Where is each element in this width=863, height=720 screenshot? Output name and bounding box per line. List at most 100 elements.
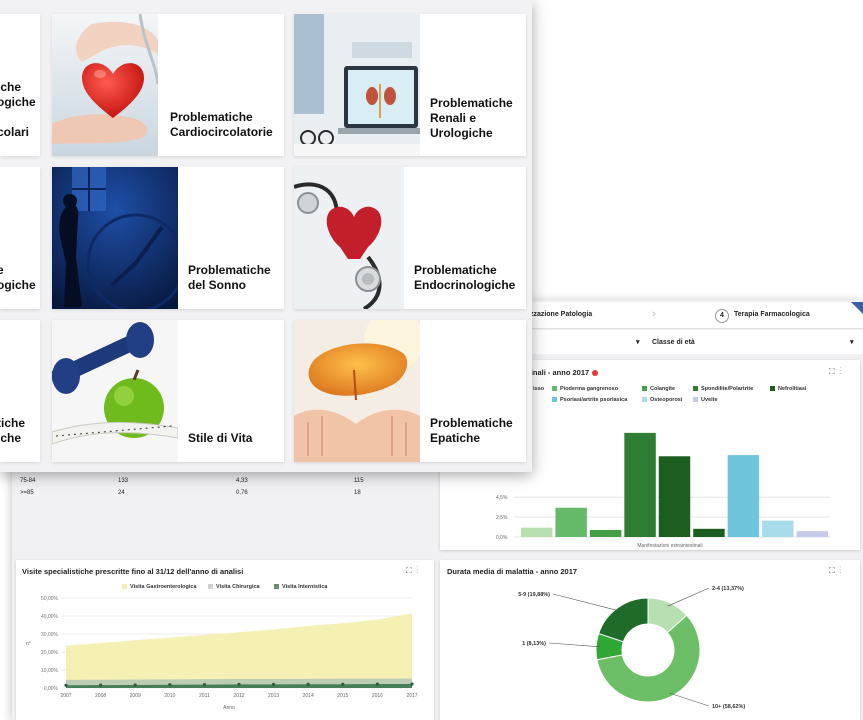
dumbbell-apple-image [52,320,178,462]
stepper-bar: izzazione Patologia › 4 Terapia Farmacol… [520,302,863,329]
bar [762,520,794,537]
tile-label: colari [0,125,30,139]
bar [727,455,760,537]
axis-label: Manifestazioni extraintestinali [637,543,702,549]
tile-label: Problematiche [430,416,513,430]
expand-icon[interactable]: ⛶ [829,367,835,376]
tick-label: 2009 [130,693,141,699]
tile-label: iche [0,80,22,94]
expand-icon[interactable]: ⛶ [406,566,412,575]
data-point [64,683,68,687]
data-point [237,682,241,686]
tile-vascular[interactable]: iche ogiche colari [0,14,40,156]
night-clock-image [52,167,178,309]
legend-label: Pioderma gangrenoso [560,386,619,392]
legend-label: Spondilite/Polartrite [701,386,754,392]
bar [589,529,622,537]
tile-label: del Sonno [188,278,246,292]
table-cell: 133 [118,478,129,484]
tick-label: 0,00% [44,686,59,692]
slice-label: 1 (8,13%) [522,641,546,647]
more-icon[interactable]: ⋮ [839,367,841,376]
legend-item[interactable]: Pioderma gangrenoso [552,386,618,392]
step-prev[interactable]: izzazione Patologia [528,311,592,318]
slice-label: 10+ (58,62%) [712,704,745,710]
tick-label: 40,00% [41,614,59,620]
data-point [410,682,414,686]
more-icon[interactable]: ⋮ [839,566,841,575]
legend-item[interactable]: Spondilite/Polartrite [693,386,753,392]
more-icon[interactable]: ⋮ [416,566,418,575]
bar [658,456,691,537]
class-select[interactable]: Classe di età [652,339,695,346]
legend-item[interactable]: Colangite [642,386,675,392]
tick-label: 30,00% [41,632,59,638]
tile-label: e [0,263,4,277]
data-point [341,682,345,686]
legend-swatch [552,386,557,392]
tile-sonno[interactable]: Problematiche del Sonno [52,167,284,309]
panel-actions: ⛶ ⋮ [829,566,841,576]
tile-label: Epatiche [430,431,481,445]
alert-icon [592,370,599,377]
tick-label: 2007 [60,693,71,699]
legend-swatch [642,386,647,392]
tile-stile-di-vita[interactable]: Stile di Vita [52,320,284,462]
tile-label: ogiche [0,278,36,292]
tick-label: 2017 [406,693,417,699]
table-cell: 0,76 [236,490,248,496]
tick-label: 50,00% [41,596,59,602]
leader-line [669,692,710,707]
table-cell: 75-84 [20,478,36,484]
step-current[interactable]: Terapia Farmacologica [734,311,810,318]
tile-label: Problematiche [170,110,253,124]
table-cell: >=85 [20,490,34,496]
bar [693,528,725,537]
heart-hands-image [52,14,158,156]
tile-renali-urologiche[interactable]: Problematiche Renali e Urologiche [294,14,526,156]
tile-label: Endocrinologiche [414,278,516,292]
tile-cardiocircolatorie[interactable]: Problematiche Cardiocircolatorie [52,14,284,156]
tick-label: 2015 [337,693,348,699]
tile-label [0,110,36,125]
legend-label: Nefrolitiasi [778,386,807,392]
panel-actions: ⛶ ⋮ [829,367,841,377]
chevron-down-icon[interactable]: ▾ [850,338,854,346]
chevron-right-icon: › [652,308,656,320]
corner-ribbon-icon [851,302,863,314]
expand-icon[interactable]: ⛶ [829,566,835,575]
legend-label: Colangite [650,386,676,392]
tile-reumatiche[interactable]: tiche iche [0,320,40,462]
panel-title: Visite specialistiche prescritte fino al… [22,567,244,576]
table-cell: 24 [118,490,125,496]
tick-label: 2016 [372,693,383,699]
tile-epatiche[interactable]: Problematiche Epatiche [294,320,526,462]
visite-area-chart: 0,00% 10,00% 20,00% 30,00% 40,00% 50,00% 2007 2… [26,596,418,711]
slice-label: 5-9 (19,88%) [518,592,550,598]
leader-line [548,642,601,648]
leader-line [667,587,710,607]
tick-label: 0,0% [496,535,508,541]
laptop-kidney-image [294,14,420,156]
tile-label: Problematiche [430,96,513,110]
data-point [272,682,276,686]
tile-label: Urologiche [430,126,493,140]
category-tile-grid: iche ogiche colari Problematiche C [0,0,532,472]
leader-line [552,593,621,612]
tick-label: 20,00% [41,650,59,656]
tick-label: 4,5% [496,495,508,501]
tile-label: Renali e [430,111,477,125]
tick-label: 2014 [303,693,314,699]
legend-swatch [693,386,698,392]
tile-endocrinologiche[interactable]: Problematiche Endocrinologiche [294,167,526,309]
dropdown-arrow-icon[interactable]: ▾ [636,338,640,346]
tile-neurologiche[interactable]: e ogiche [0,167,40,309]
legend-item[interactable]: Nefrolitiasi [770,386,806,392]
tick-label: 2008 [95,693,106,699]
step-number: 4 [715,309,729,323]
bar [521,527,553,537]
donut-slice [598,597,649,643]
data-point [375,682,379,686]
tick-label: 2012 [233,693,244,699]
legend-swatch [122,584,127,590]
